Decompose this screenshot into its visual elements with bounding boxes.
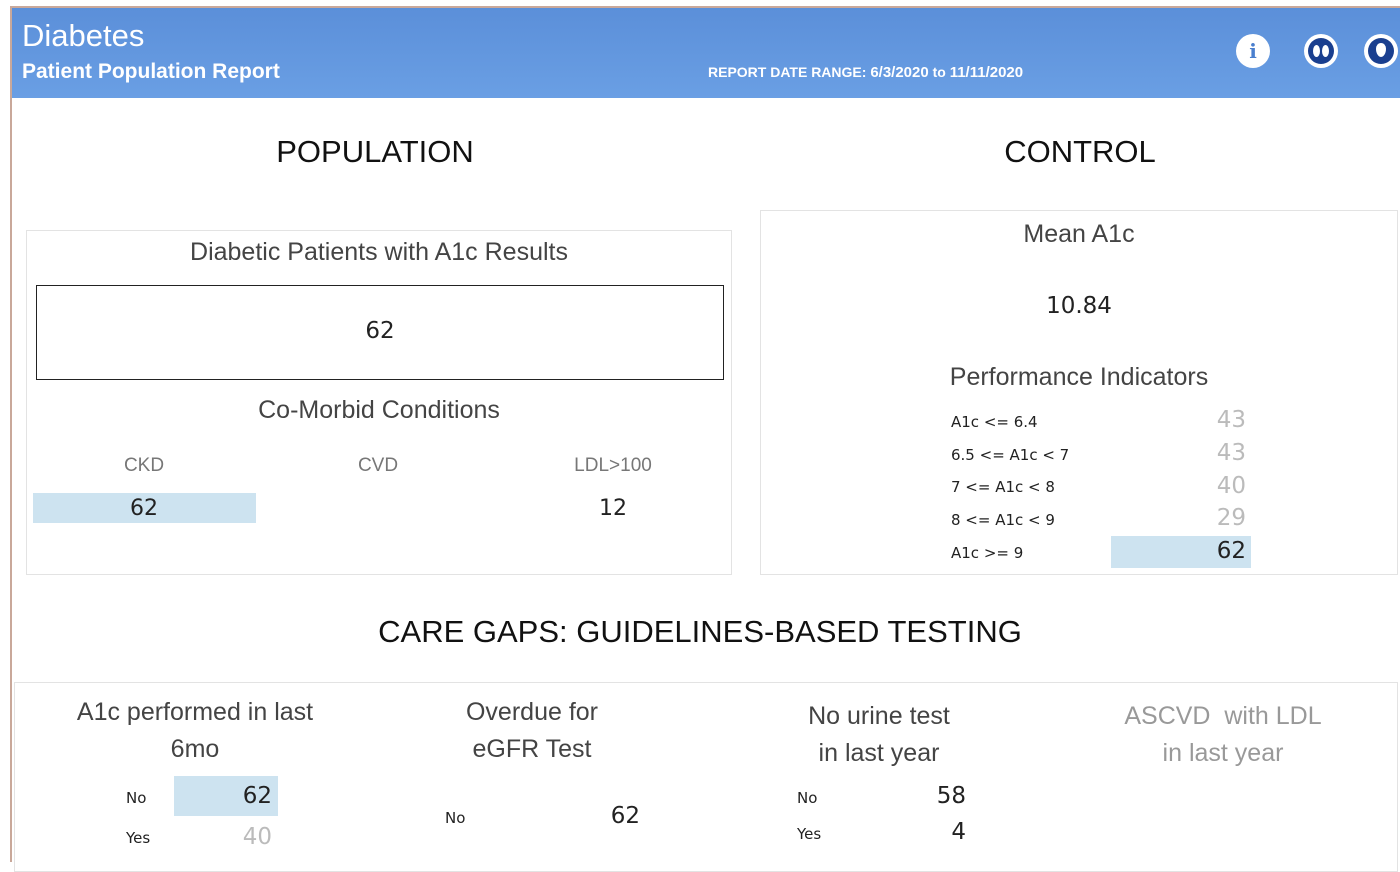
urine-no-value: 58	[936, 783, 966, 809]
a1c-performed-line2: 6mo	[170, 735, 220, 763]
report-subtitle: Patient Population Report	[22, 60, 280, 83]
a1c-yes-value: 40	[242, 824, 272, 850]
care-gaps-title-rest: GUIDELINES-BASED TESTING	[567, 614, 1022, 649]
a1c-performed-line1: A1c performed in last	[76, 698, 314, 726]
date-range-label: REPORT DATE RANGE:	[708, 64, 867, 80]
date-range-end: 11/11/2020	[949, 64, 1024, 81]
a1c-yes-label: Yes	[126, 829, 151, 847]
egfr-label: Overdue for eGFR Test	[400, 694, 664, 768]
indicator-label: A1c <= 6.4	[951, 413, 1038, 431]
egfr-no-label: No	[445, 809, 466, 827]
date-range-start: 6/3/2020	[870, 64, 929, 81]
a1c-results-label: Diabetic Patients with A1c Results	[190, 238, 568, 266]
mean-a1c-label: Mean A1c	[1023, 220, 1135, 248]
indicator-value: 43	[1216, 407, 1246, 433]
indicator-value: 40	[1216, 473, 1246, 499]
date-range-to: to	[932, 64, 946, 80]
urine-test-line1: No urine test	[808, 702, 950, 730]
kidney-icon[interactable]	[1304, 34, 1338, 68]
a1c-results-value: 62	[365, 318, 395, 344]
report-date-range: REPORT DATE RANGE: 6/3/2020 to 11/11/202…	[708, 64, 1023, 81]
a1c-no-value: 62	[242, 783, 272, 809]
comorbid-label: Co-Morbid Conditions	[258, 396, 500, 424]
condition-value-ckd: 62	[130, 496, 158, 521]
control-panel	[760, 210, 1398, 575]
indicator-label: 7 <= A1c < 8	[951, 478, 1055, 496]
urine-yes-label: Yes	[797, 825, 822, 843]
condition-label-cvd: CVD	[357, 455, 399, 476]
urine-test-line2: in last year	[818, 739, 940, 767]
egfr-line2: eGFR Test	[472, 735, 592, 763]
condition-value-ldl: 12	[599, 496, 627, 521]
urine-test-label: No urine test in last year	[746, 698, 1012, 772]
indicator-label: 8 <= A1c < 9	[951, 511, 1055, 529]
indicator-label: 6.5 <= A1c < 7	[951, 446, 1070, 464]
indicator-value: 43	[1216, 440, 1246, 466]
urine-yes-value: 4	[951, 819, 966, 845]
ascvd-ldl-label: ASCVD with LDL in last year	[1080, 698, 1366, 772]
condition-label-ldl: LDL>100	[574, 455, 652, 476]
report-header: Diabetes Patient Population Report REPOR…	[12, 8, 1400, 98]
urine-no-label: No	[797, 789, 818, 807]
mean-a1c-value: 10.84	[1046, 293, 1112, 319]
ascvd-line2: in last year	[1162, 739, 1284, 767]
info-icon[interactable]: i	[1236, 34, 1270, 68]
indicator-label: A1c >= 9	[951, 544, 1024, 562]
a1c-performed-label: A1c performed in last 6mo	[40, 694, 350, 768]
blood-drop-icon[interactable]	[1364, 34, 1398, 68]
egfr-no-value: 62	[610, 803, 640, 829]
care-gaps-title: CARE GAPS: GUIDELINES-BASED TESTING	[200, 614, 1200, 650]
population-title: POPULATION	[276, 134, 474, 169]
report-title: Diabetes	[22, 18, 145, 53]
control-title: CONTROL	[1004, 134, 1156, 169]
condition-label-ckd: CKD	[123, 455, 165, 476]
ascvd-line1: ASCVD with LDL	[1124, 702, 1322, 730]
egfr-line1: Overdue for	[465, 698, 598, 726]
a1c-no-label: No	[126, 789, 147, 807]
indicator-value: 29	[1216, 505, 1246, 531]
performance-indicators-label: Performance Indicators	[949, 363, 1209, 391]
care-gaps-title-bold: CARE GAPS:	[378, 614, 568, 649]
indicator-value: 62	[1216, 538, 1246, 564]
